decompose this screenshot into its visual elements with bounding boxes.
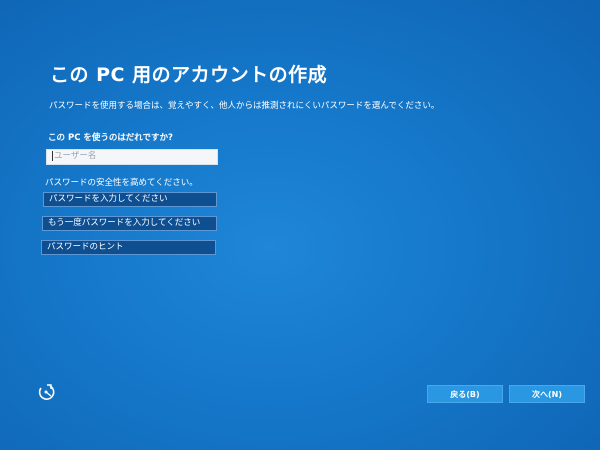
- password-input[interactable]: パスワードを入力してください: [43, 192, 217, 207]
- password-section-label: パスワードの安全性を高めてください。: [45, 178, 198, 188]
- page-description: パスワードを使用する場合は、覚えやすく、他人からは推測されにくいパスワードを選ん…: [49, 101, 440, 111]
- password-hint-input[interactable]: パスワードのヒント: [41, 240, 216, 255]
- username-placeholder: ユーザー名: [54, 151, 97, 161]
- username-label: この PC を使うのはだれですか?: [48, 133, 173, 143]
- ease-of-access-icon[interactable]: [36, 382, 56, 402]
- text-caret: [52, 150, 53, 161]
- confirm-password-input[interactable]: もう一度パスワードを入力してください: [42, 216, 217, 231]
- back-button[interactable]: 戻る(B): [427, 385, 503, 403]
- next-button[interactable]: 次へ(N): [509, 385, 585, 403]
- page-title: この PC 用のアカウントの作成: [50, 64, 328, 86]
- username-input[interactable]: ユーザー名: [46, 149, 218, 165]
